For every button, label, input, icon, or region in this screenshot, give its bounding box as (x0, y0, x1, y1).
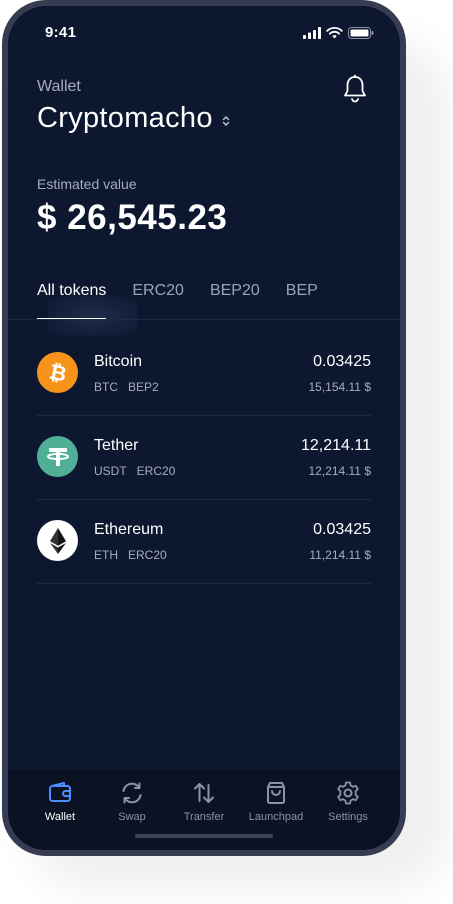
bottom-nav: Wallet Swap Transfer Launchpad Settings (8, 770, 400, 850)
token-network: ERC20 (136, 464, 176, 478)
transfer-icon (191, 780, 217, 806)
nav-transfer[interactable]: Transfer (168, 780, 240, 823)
estimated-value: $ 26,545.23 (37, 198, 228, 237)
token-amount: 0.03425 (313, 521, 371, 538)
token-row-tether[interactable]: Tether USDT ERC20 12,214.11 12,214.11 $ (37, 416, 371, 500)
token-name: Tether (94, 437, 139, 454)
token-network: BEP2 (128, 380, 159, 394)
wallet-selector[interactable]: Cryptomacho (37, 102, 230, 135)
tabs-divider (8, 319, 400, 320)
nav-launchpad[interactable]: Launchpad (240, 780, 312, 823)
token-amount: 0.03425 (313, 353, 371, 370)
nav-label: Swap (118, 811, 146, 823)
token-name: Ethereum (94, 521, 164, 538)
tab-bep[interactable]: BEP (286, 282, 318, 320)
svg-text:₿: ₿ (47, 360, 69, 386)
signal-icon (303, 26, 321, 44)
nav-wallet[interactable]: Wallet (24, 780, 96, 823)
bag-icon (263, 780, 289, 806)
phone-frame: 9:41 Wallet Cryptomacho Estimated value … (2, 0, 406, 856)
nav-label: Settings (328, 811, 368, 823)
home-indicator (135, 834, 273, 838)
token-meta: ETH ERC20 (94, 548, 167, 562)
chevron-updown-icon (222, 115, 230, 127)
token-meta: USDT ERC20 (94, 464, 175, 478)
estimated-value-label: Estimated value (37, 176, 137, 192)
tether-icon (37, 436, 78, 477)
wallet-name: Cryptomacho (37, 102, 213, 134)
bitcoin-icon: ₿ (37, 352, 78, 393)
token-symbol: ETH (94, 548, 118, 562)
bell-icon[interactable] (342, 74, 368, 104)
nav-settings[interactable]: Settings (312, 780, 384, 823)
wallet-icon (47, 780, 73, 806)
token-list: ₿ Bitcoin BTC BEP2 0.03425 15,154.11 $ T… (37, 332, 371, 584)
token-network: ERC20 (128, 548, 167, 562)
token-name: Bitcoin (94, 353, 143, 370)
nav-swap[interactable]: Swap (96, 780, 168, 823)
token-meta: BTC BEP2 (94, 380, 159, 394)
tab-all-tokens[interactable]: All tokens (37, 282, 107, 320)
wifi-icon (326, 26, 343, 44)
battery-icon (348, 26, 374, 44)
nav-label: Transfer (183, 811, 225, 823)
status-icons (303, 26, 374, 44)
token-row-ethereum[interactable]: Ethereum ETH ERC20 0.03425 11,214.11 $ (37, 500, 371, 584)
gear-icon (335, 780, 361, 806)
wallet-label: Wallet (37, 78, 81, 95)
app-screen: 9:41 Wallet Cryptomacho Estimated value … (8, 6, 400, 850)
ethereum-icon (37, 520, 78, 561)
tab-bep20[interactable]: BEP20 (210, 282, 260, 320)
nav-label: Wallet (44, 811, 76, 823)
status-time: 9:41 (45, 24, 77, 41)
token-symbol: USDT (94, 464, 127, 478)
token-fiat-value: 11,214.11 $ (309, 548, 371, 562)
swap-icon (119, 780, 145, 806)
tab-erc20[interactable]: ERC20 (132, 282, 184, 320)
nav-label: Launchpad (248, 811, 304, 823)
token-symbol: BTC (94, 380, 118, 394)
status-bar: 9:41 (8, 22, 400, 42)
token-fiat-value: 15,154.11 $ (308, 380, 371, 394)
token-amount: 12,214.11 (301, 437, 371, 454)
token-row-bitcoin[interactable]: ₿ Bitcoin BTC BEP2 0.03425 15,154.11 $ (37, 332, 371, 416)
token-fiat-value: 12,214.11 $ (308, 464, 371, 478)
token-tabs: All tokens ERC20 BEP20 BEP (37, 282, 318, 320)
